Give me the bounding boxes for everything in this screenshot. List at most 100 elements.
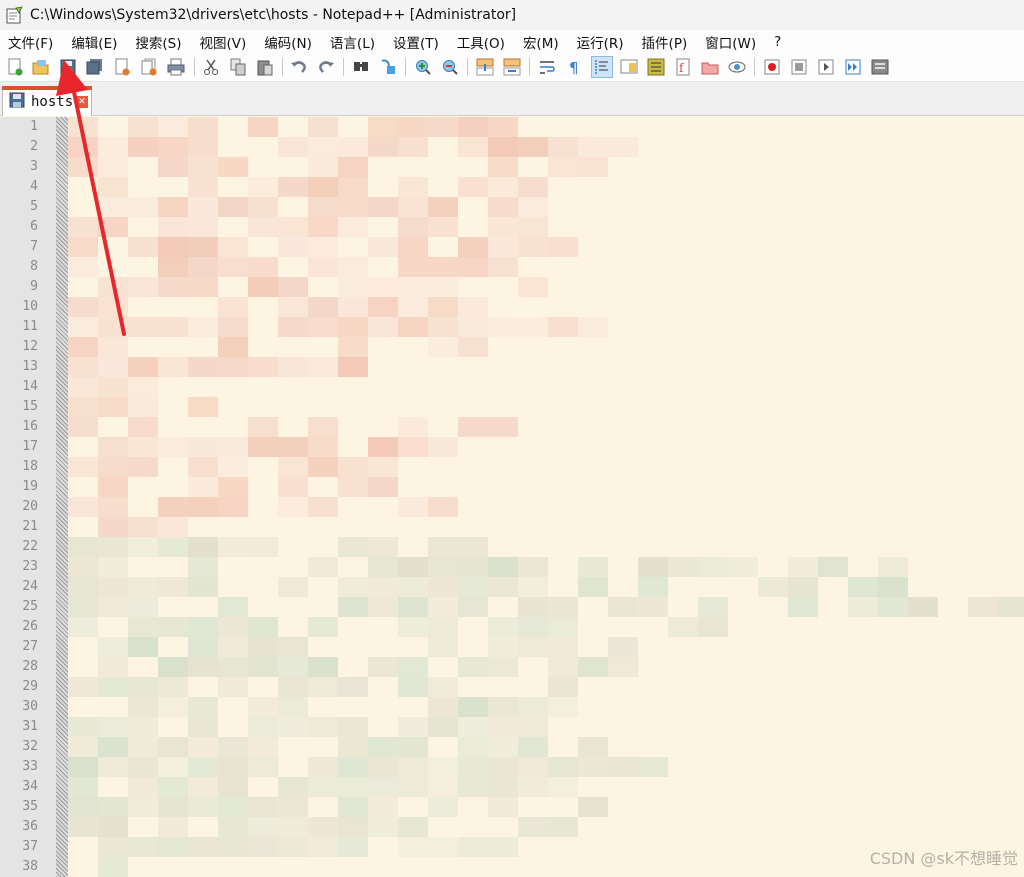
menu-tools[interactable]: 工具(O) xyxy=(457,32,505,52)
editor-text-obscured[interactable] xyxy=(68,117,1024,877)
obscured-text-block xyxy=(98,197,128,217)
monitor-icon[interactable] xyxy=(726,56,748,78)
obscured-text-block xyxy=(248,697,278,717)
obscured-text-block xyxy=(338,457,368,477)
obscured-text-block xyxy=(68,157,98,177)
obscured-text-block xyxy=(158,317,188,337)
obscured-text-block xyxy=(398,177,428,197)
obscured-text-block xyxy=(68,817,98,837)
obscured-text-block xyxy=(188,437,218,457)
menu-encoding[interactable]: 编码(N) xyxy=(264,32,312,52)
find-icon[interactable] xyxy=(350,56,372,78)
close-file-icon[interactable] xyxy=(111,56,133,78)
obscured-text-block xyxy=(398,297,428,317)
open-file-icon[interactable] xyxy=(30,56,52,78)
show-all-chars-icon[interactable]: ¶ xyxy=(563,56,585,78)
obscured-text-block xyxy=(98,137,128,157)
undo-icon[interactable] xyxy=(288,56,310,78)
obscured-text-block xyxy=(68,577,98,597)
obscured-text-block xyxy=(518,177,548,197)
obscured-text-block xyxy=(278,817,308,837)
obscured-text-block xyxy=(428,317,458,337)
indent-guide-icon[interactable] xyxy=(591,56,613,78)
function-list-icon[interactable] xyxy=(645,56,667,78)
doc-panel-icon[interactable] xyxy=(699,56,721,78)
obscured-text-block xyxy=(218,637,248,657)
doc-map-icon[interactable] xyxy=(618,56,640,78)
obscured-text-block xyxy=(188,797,218,817)
obscured-text-block xyxy=(278,457,308,477)
obscured-text-block xyxy=(878,557,908,577)
obscured-text-block xyxy=(458,537,488,557)
obscured-text-block xyxy=(308,417,338,437)
obscured-text-block xyxy=(98,637,128,657)
new-file-icon[interactable] xyxy=(4,56,26,78)
menu-run[interactable]: 运行(R) xyxy=(577,32,624,52)
obscured-text-block xyxy=(278,677,308,697)
paste-icon[interactable] xyxy=(254,56,276,78)
tab-close-icon[interactable]: ✕ xyxy=(76,96,88,108)
toolbar: ¶ f xyxy=(0,53,1024,82)
obscured-text-block xyxy=(368,817,398,837)
menu-macro[interactable]: 宏(M) xyxy=(523,32,559,52)
obscured-text-block xyxy=(248,217,278,237)
obscured-text-block xyxy=(518,317,548,337)
line-number: 4 xyxy=(30,179,38,194)
menu-view[interactable]: 视图(V) xyxy=(200,32,247,52)
obscured-text-block xyxy=(368,657,398,677)
stop-macro-icon[interactable] xyxy=(788,56,810,78)
menu-search[interactable]: 搜索(S) xyxy=(135,32,181,52)
obscured-text-block xyxy=(98,737,128,757)
save-macro-icon[interactable] xyxy=(869,56,891,78)
obscured-text-block xyxy=(488,737,518,757)
menu-window[interactable]: 窗口(W) xyxy=(705,32,756,52)
obscured-text-block xyxy=(158,837,188,857)
obscured-text-block xyxy=(668,617,698,637)
fold-margin[interactable] xyxy=(56,117,68,877)
obscured-text-block xyxy=(128,697,158,717)
print-icon[interactable] xyxy=(165,56,187,78)
folder-workspace-icon[interactable]: f xyxy=(672,56,694,78)
save-icon[interactable] xyxy=(57,56,79,78)
obscured-text-block xyxy=(308,717,338,737)
obscured-text-block xyxy=(458,757,488,777)
obscured-text-block xyxy=(68,457,98,477)
redo-icon[interactable] xyxy=(315,56,337,78)
line-number: 18 xyxy=(22,459,38,474)
close-all-icon[interactable] xyxy=(138,56,160,78)
obscured-text-block xyxy=(98,537,128,557)
record-macro-icon[interactable] xyxy=(761,56,783,78)
obscured-text-block xyxy=(68,357,98,377)
menu-language[interactable]: 语言(L) xyxy=(330,32,375,52)
run-macro-multiple-icon[interactable] xyxy=(842,56,864,78)
sync-horizontal-icon[interactable] xyxy=(501,56,523,78)
word-wrap-icon[interactable] xyxy=(536,56,558,78)
obscured-text-block xyxy=(278,477,308,497)
copy-icon[interactable] xyxy=(227,56,249,78)
editor-area[interactable]: 1 2 3 4 5 6 7 8 9 10 11 12 13 14 15 16 17 18 19 20 21 22 23 24 2… xyxy=(0,117,1024,877)
sync-vertical-icon[interactable] xyxy=(474,56,496,78)
obscured-text-block xyxy=(518,197,548,217)
obscured-text-block xyxy=(308,257,338,277)
obscured-text-block xyxy=(548,657,578,677)
save-all-icon[interactable] xyxy=(84,56,106,78)
tab-hosts[interactable]: hosts ✕ xyxy=(2,86,92,116)
obscured-text-block xyxy=(428,197,458,217)
obscured-text-block xyxy=(608,597,638,617)
saved-file-icon xyxy=(9,92,25,112)
obscured-text-block xyxy=(128,517,158,537)
obscured-text-block xyxy=(248,537,278,557)
obscured-text-block xyxy=(488,717,518,737)
zoom-in-icon[interactable] xyxy=(412,56,434,78)
menu-edit[interactable]: 编辑(E) xyxy=(71,32,117,52)
replace-icon[interactable] xyxy=(377,56,399,78)
obscured-text-block xyxy=(578,737,608,757)
cut-icon[interactable] xyxy=(200,56,222,78)
menu-file[interactable]: 文件(F) xyxy=(8,32,53,52)
zoom-out-icon[interactable] xyxy=(439,56,461,78)
obscured-text-block xyxy=(98,837,128,857)
menu-plugins[interactable]: 插件(P) xyxy=(642,32,688,52)
menu-settings[interactable]: 设置(T) xyxy=(393,32,439,52)
menu-help[interactable]: ? xyxy=(774,34,781,50)
play-macro-icon[interactable] xyxy=(815,56,837,78)
